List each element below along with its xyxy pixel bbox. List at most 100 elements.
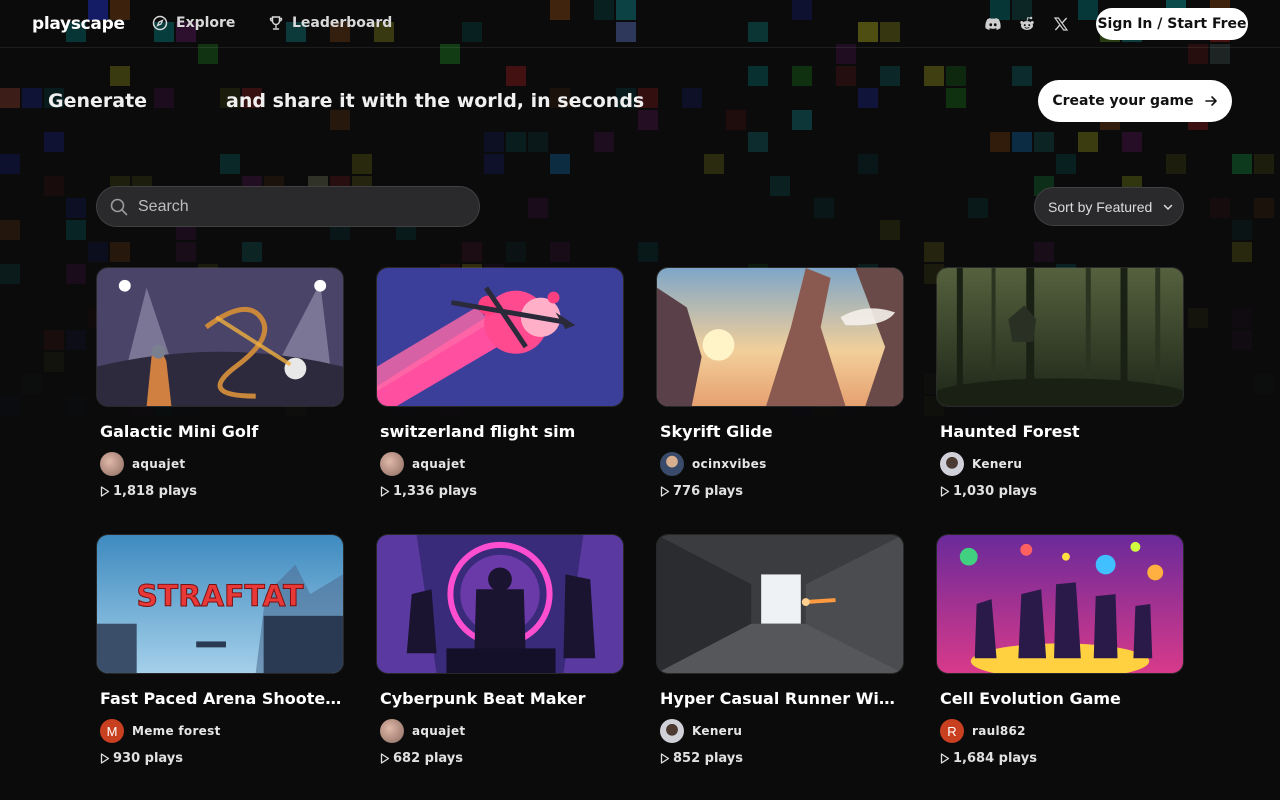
author[interactable]: aquajet	[96, 452, 344, 476]
play-icon	[380, 486, 390, 497]
compass-icon	[152, 15, 168, 31]
nav-explore[interactable]: Explore	[152, 15, 235, 31]
background-pixel	[1232, 308, 1252, 328]
search-input[interactable]	[138, 197, 458, 216]
background-pixel	[66, 330, 86, 350]
play-count: 1,030 plays	[936, 484, 1184, 499]
game-title[interactable]: Galactic Mini Golf	[96, 422, 342, 441]
background-pixel	[968, 198, 988, 218]
play-count: 852 plays	[656, 751, 904, 766]
author[interactable]: aquajet	[376, 719, 624, 743]
background-pixel	[330, 110, 350, 130]
game-thumbnail	[376, 267, 624, 407]
background-pixel	[352, 154, 372, 174]
avatar	[380, 452, 404, 476]
author-name: raul862	[972, 724, 1026, 738]
background-pixel	[44, 176, 64, 196]
author-name: Keneru	[692, 724, 743, 738]
background-pixel	[110, 66, 130, 86]
background-pixel	[1232, 220, 1252, 240]
play-icon	[660, 753, 670, 764]
background-pixel	[682, 88, 702, 108]
game-title[interactable]: Cyberpunk Beat Maker	[376, 689, 622, 708]
avatar: M	[100, 719, 124, 743]
create-game-button[interactable]: Create your game	[1038, 80, 1232, 122]
game-card[interactable]: Hyper Casual Runner With G... Keneru 852…	[656, 534, 904, 766]
background-pixel	[1232, 154, 1252, 174]
author[interactable]: ocinxvibes	[656, 452, 904, 476]
play-count-label: 1,818 plays	[113, 484, 197, 499]
game-card[interactable]: Haunted Forest Keneru 1,030 plays	[936, 267, 1184, 499]
author[interactable]: aquajet	[376, 452, 624, 476]
game-card[interactable]: Galactic Mini Golf aquajet 1,818 plays	[96, 267, 344, 499]
game-thumbnail: STRAFTAT	[96, 534, 344, 674]
avatar	[380, 719, 404, 743]
straftat-title-text: STRAFTAT	[137, 578, 305, 613]
avatar	[100, 452, 124, 476]
game-card[interactable]: Cyberpunk Beat Maker aquajet 682 plays	[376, 534, 624, 766]
author[interactable]: R raul862	[936, 719, 1184, 743]
hero-suffix: and share it with the world, in seconds	[226, 90, 645, 112]
game-card[interactable]: STRAFTAT Fast Paced Arena Shooter Sk... …	[96, 534, 344, 766]
play-count: 682 plays	[376, 751, 624, 766]
background-pixel	[638, 242, 658, 262]
background-pixel	[1210, 198, 1230, 218]
reddit-icon[interactable]	[1017, 14, 1037, 34]
game-card[interactable]: switzerland flight sim aquajet 1,336 pla…	[376, 267, 624, 499]
author[interactable]: Keneru	[656, 719, 904, 743]
play-icon	[660, 486, 670, 497]
background-pixel	[66, 396, 86, 416]
background-pixel	[506, 242, 526, 262]
search-icon	[110, 198, 128, 215]
background-pixel	[1232, 242, 1252, 262]
nav-leaderboard[interactable]: Leaderboard	[268, 15, 392, 31]
background-pixel	[1122, 132, 1142, 152]
background-pixel	[506, 66, 526, 86]
background-pixel	[770, 176, 790, 196]
game-thumbnail	[656, 534, 904, 674]
game-title[interactable]: Fast Paced Arena Shooter Sk...	[96, 689, 342, 708]
create-game-label: Create your game	[1052, 93, 1194, 109]
author[interactable]: Keneru	[936, 452, 1184, 476]
play-count-label: 852 plays	[673, 751, 744, 766]
author[interactable]: M Meme forest	[96, 719, 344, 743]
play-count-label: 682 plays	[393, 751, 464, 766]
game-thumbnail	[936, 267, 1184, 407]
x-icon[interactable]	[1051, 14, 1071, 34]
background-pixel	[66, 264, 86, 284]
game-title[interactable]: Hyper Casual Runner With G...	[656, 689, 902, 708]
search-box	[96, 186, 480, 227]
game-title[interactable]: switzerland flight sim	[376, 422, 622, 441]
discord-icon[interactable]	[983, 14, 1003, 34]
game-title[interactable]: Cell Evolution Game	[936, 689, 1182, 708]
background-pixel	[506, 132, 526, 152]
play-count: 1,684 plays	[936, 751, 1184, 766]
nav-explore-label: Explore	[176, 15, 236, 31]
play-count-label: 1,030 plays	[953, 484, 1037, 499]
background-pixel	[1254, 154, 1274, 174]
sort-dropdown[interactable]: Sort by Featured	[1034, 187, 1184, 226]
game-thumbnail	[96, 267, 344, 407]
game-card[interactable]: Cell Evolution Game R raul862 1,684 play…	[936, 534, 1184, 766]
play-icon	[100, 753, 110, 764]
background-pixel	[704, 154, 724, 174]
background-pixel	[792, 66, 812, 86]
play-icon	[380, 753, 390, 764]
background-pixel	[748, 66, 768, 86]
author-name: Meme forest	[132, 724, 221, 738]
background-pixel	[1078, 132, 1098, 152]
background-pixel	[1012, 66, 1032, 86]
background-pixel	[924, 66, 944, 86]
author-name: aquajet	[412, 457, 466, 471]
background-pixel	[484, 154, 504, 174]
background-pixel	[1166, 154, 1186, 174]
play-count-label: 1,684 plays	[953, 751, 1037, 766]
game-title[interactable]: Skyrift Glide	[656, 422, 902, 441]
sort-label: Sort by Featured	[1048, 198, 1153, 215]
logo[interactable]: playscape	[32, 14, 125, 34]
sign-in-button[interactable]: Sign In / Start Free	[1096, 8, 1248, 40]
background-pixel	[154, 88, 174, 108]
game-title[interactable]: Haunted Forest	[936, 422, 1182, 441]
background-pixel	[1232, 330, 1252, 350]
game-card[interactable]: Skyrift Glide ocinxvibes 776 plays	[656, 267, 904, 499]
